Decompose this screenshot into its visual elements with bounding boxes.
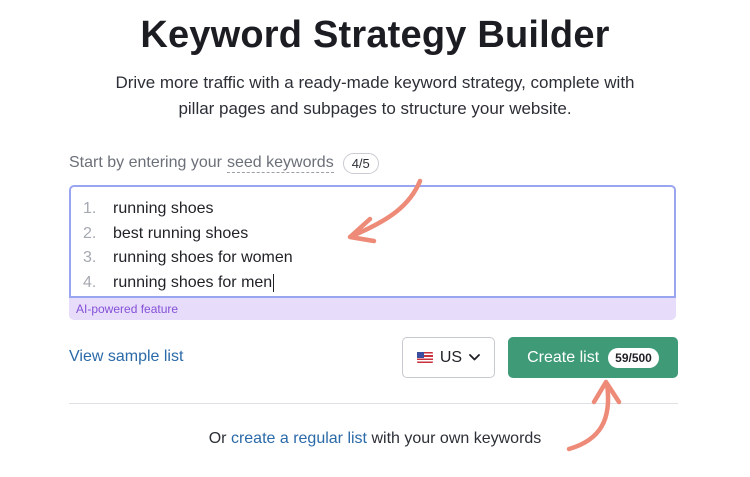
keyword-line: 3. running shoes for women (83, 246, 293, 271)
seed-keywords-textarea[interactable]: 1. running shoes 2. best running shoes 3… (69, 185, 676, 298)
section-divider (69, 403, 678, 404)
seed-keyword-counter-badge: 4/5 (342, 152, 379, 174)
keyword-text: running shoes for men (113, 273, 273, 291)
line-number: 2. (83, 224, 97, 242)
line-number: 3. (83, 249, 97, 267)
country-value: US (439, 348, 463, 366)
ai-powered-feature-label: AI-powered feature (69, 298, 676, 320)
keyword-text: running shoes (113, 200, 214, 218)
regular-list-prefix: Or (208, 430, 227, 447)
page-subtitle: Drive more traffic with a ready-made key… (115, 73, 635, 118)
seed-keywords-tooltip-trigger[interactable]: seed keywords (226, 154, 334, 173)
line-number: 4. (83, 273, 97, 291)
country-select[interactable]: US (402, 337, 495, 378)
keyword-text: running shoes for women (113, 249, 293, 267)
keyword-list: 1. running shoes 2. best running shoes 3… (83, 197, 293, 295)
seed-label-prefix: Start by entering your (69, 154, 222, 171)
create-list-label: Create list (527, 348, 600, 366)
line-number: 1. (83, 200, 97, 218)
seed-keywords-label: Start by entering your seed keywords 4/5 (69, 150, 379, 176)
view-sample-list-link[interactable]: View sample list (69, 348, 183, 366)
page-title: Keyword Strategy Builder (140, 14, 610, 56)
text-caret (273, 273, 275, 292)
keyword-line: 4. running shoes for men (83, 271, 293, 296)
keyword-limit-badge: 59/500 (608, 347, 659, 368)
regular-list-suffix: with your own keywords (371, 430, 542, 447)
us-flag-icon (416, 352, 433, 363)
chevron-down-icon (469, 354, 481, 361)
keyword-strategy-builder-page: Keyword Strategy Builder Drive more traf… (0, 0, 750, 477)
regular-list-prompt: Or create a regular list with your own k… (0, 430, 750, 448)
keyword-line: 2. best running shoes (83, 222, 293, 247)
keyword-line: 1. running shoes (83, 197, 293, 222)
create-regular-list-link[interactable]: create a regular list (231, 430, 367, 447)
create-list-button[interactable]: Create list 59/500 (508, 337, 678, 378)
keyword-text: best running shoes (113, 224, 249, 242)
